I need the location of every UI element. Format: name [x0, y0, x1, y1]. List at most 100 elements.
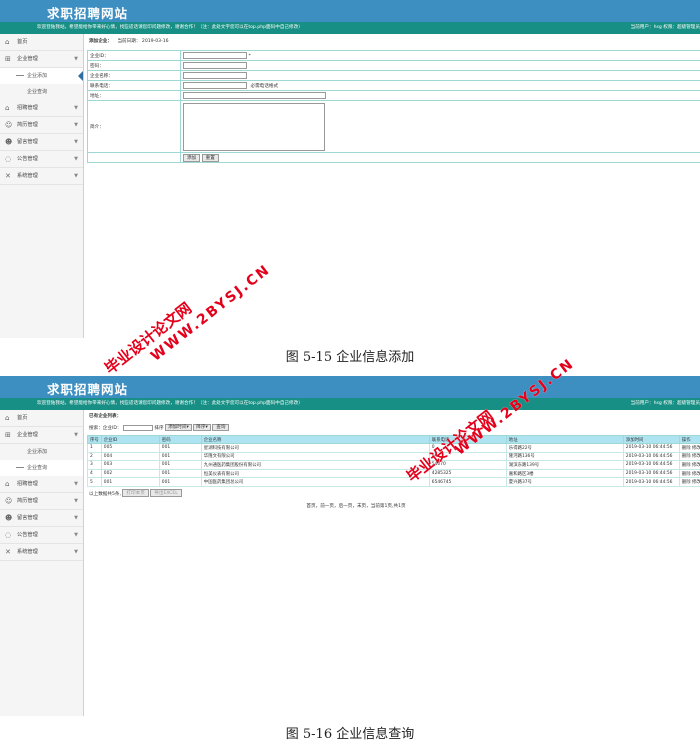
sidebar-item-label: 系统管理	[17, 549, 38, 555]
sort-label: 排序	[154, 426, 164, 431]
search-input[interactable]	[122, 424, 153, 431]
column-header: 企业名称	[200, 435, 430, 444]
company-id-input[interactable]	[183, 52, 247, 59]
breadcrumb: 添加企业： 当前日期： 2019-03-16	[86, 34, 700, 50]
home-icon: ⌂	[5, 480, 10, 488]
table-cell: 2019-03-10 06:44:56	[622, 468, 680, 479]
table-cell: 湖滨东路139号	[505, 460, 624, 470]
export-excel-button[interactable]: 导出EXCEL	[150, 489, 182, 498]
row-actions[interactable]: 删除 修改	[678, 468, 700, 479]
sidebar-item-home[interactable]: ⌂ 首页	[0, 410, 83, 427]
sidebar-subitem-company-add[interactable]: 企业添加	[0, 444, 83, 460]
address-input[interactable]	[183, 92, 326, 99]
sort-order-select[interactable]: 降序▾	[193, 424, 211, 431]
user-icon: ☺	[5, 121, 13, 129]
sidebar-item-label: 简历管理	[17, 122, 38, 128]
chevron-down-icon: ▼	[74, 139, 78, 145]
table-row: 4 002 001 恒美仪表有限公司 4285325 嘉和路区3楼 2019-03-10 0…	[87, 468, 700, 479]
sidebar-item-label: 招聘管理	[17, 481, 38, 487]
main-content: 添加企业： 当前日期： 2019-03-16 企业ID： * 密码： 企业名称：…	[86, 34, 700, 338]
screenshot-company-query: 求职招聘网站 欢迎登陆我站，希望能给你带来好心情，找些适话请您印问题修改，谢谢合…	[0, 376, 700, 716]
sidebar-item-label: 招聘管理	[17, 105, 38, 111]
table-cell: 001	[100, 477, 160, 487]
row-actions[interactable]: 删除 修改	[678, 460, 700, 470]
sort-field-select[interactable]: 添加时间▾	[165, 424, 192, 431]
column-header: 密码	[158, 435, 202, 444]
password-input[interactable]	[183, 62, 247, 69]
sidebar-item-system[interactable]: ✕ 系统管理 ▼	[0, 544, 83, 561]
company-table: 序号 企业ID 密码 企业名称 联系电话 地址 添加时间 操作 1 005 001 星…	[87, 435, 700, 487]
breadcrumb-label: 添加企业：	[89, 39, 112, 44]
row-actions[interactable]: 删除 修改	[678, 443, 700, 453]
tools-icon: ✕	[5, 548, 11, 556]
column-header: 添加时间	[622, 435, 680, 444]
sidebar-item-home[interactable]: ⌂ 首页	[0, 34, 83, 51]
list-title: 已有企业列表：	[86, 410, 700, 423]
table-cell: 001	[158, 451, 202, 462]
phone-input[interactable]	[183, 82, 247, 89]
table-cell: 001	[158, 477, 202, 487]
table-cell: 2019-03-10 06:44:56	[622, 451, 680, 462]
welcome-text: 欢迎登陆我站，希望能给你带来好心情，找些适话请您印问题修改，谢谢合作！（注：此处…	[37, 401, 303, 406]
table-row: 1 005 001 星湖科技有限公司 0 乐得路22号 2019-03-10 06:44:5…	[87, 443, 700, 453]
table-cell: 001	[158, 443, 202, 453]
home-icon: ⌂	[5, 38, 10, 46]
tools-icon: ✕	[5, 172, 11, 180]
sidebar-item-system[interactable]: ✕ 系统管理 ▼	[0, 168, 83, 185]
intro-textarea[interactable]	[183, 102, 325, 151]
sidebar-item-company[interactable]: ⊞ 企业管理 ▼	[0, 51, 83, 68]
pagination[interactable]: 首页，前一页，后一页，末页，当前第1页,共1页	[166, 503, 546, 509]
add-button[interactable]: 添加	[183, 153, 201, 162]
table-cell: 001	[158, 460, 202, 470]
sidebar-subitem-company-query[interactable]: 企业查询	[0, 460, 83, 476]
company-name-input[interactable]	[183, 72, 247, 79]
chat-icon: ◌	[5, 531, 12, 539]
date-label: 当前日期：	[117, 39, 141, 44]
sidebar-item-recruit[interactable]: ⌂ 招聘管理 ▼	[0, 100, 83, 117]
table-cell: 003	[100, 460, 160, 470]
table-cell: 中国医药集团总公司	[200, 477, 430, 487]
sidebar-subitem-company-add[interactable]: 企业添加	[0, 68, 83, 84]
grid-icon: ⊞	[5, 431, 11, 439]
print-button[interactable]: 打印本页	[122, 489, 149, 498]
sidebar-item-label: 留言管理	[17, 515, 38, 521]
table-cell: 星湖科技有限公司	[200, 443, 430, 453]
sidebar-item-message[interactable]: ☻ 留言管理 ▼	[0, 134, 83, 151]
sort-order-value: 降序	[196, 425, 206, 430]
search-bar: 搜索：企业ID： 排序 添加时间▾ 降序▾ 查询	[86, 423, 700, 435]
sort-field-value: 添加时间	[168, 425, 187, 430]
sidebar-subitem-company-query[interactable]: 企业查询	[0, 84, 83, 100]
table-cell: 4	[87, 468, 102, 479]
sidebar-item-resume[interactable]: ☺ 简历管理 ▼	[0, 493, 83, 510]
table-row: 3 003 001 九州通医药集团股份有限公司 54070 湖滨东路139号 2019-03…	[87, 460, 700, 470]
table-header-row: 序号 企业ID 密码 企业名称 联系电话 地址 添加时间 操作	[87, 435, 700, 444]
home-icon: ⌂	[5, 104, 10, 112]
total-text: 以上数据共5条,	[89, 491, 121, 497]
sidebar-item-recruit[interactable]: ⌂ 招聘管理 ▼	[0, 476, 83, 493]
table-row: 5 001 001 中国医药集团总公司 6546745 夏兴路37号 2019-03-10 …	[87, 477, 700, 487]
table-cell: 004	[100, 451, 160, 462]
sidebar-item-label: 公告管理	[17, 156, 38, 162]
sidebar-item-resume[interactable]: ☺ 简历管理 ▼	[0, 117, 83, 134]
column-header: 序号	[87, 435, 102, 444]
sidebar-item-notice[interactable]: ◌ 公告管理 ▼	[0, 151, 83, 168]
table-cell: 5	[87, 477, 102, 487]
date-value: 2019-03-16	[141, 39, 169, 44]
user-info: 当前用户：hsg 权限：超级管理员	[630, 401, 700, 406]
table-cell: 6546745	[428, 477, 507, 487]
row-actions[interactable]: 删除 修改	[678, 477, 700, 487]
user-icon: ☻	[5, 514, 13, 522]
search-button[interactable]: 查询	[212, 424, 230, 431]
table-cell: 005	[100, 443, 160, 453]
site-title: 求职招聘网站	[47, 382, 129, 397]
sidebar-item-notice[interactable]: ◌ 公告管理 ▼	[0, 527, 83, 544]
sidebar: ⌂ 首页 ⊞ 企业管理 ▼ 企业添加 企业查询 ⌂ 招聘管理 ▼ ☺ 简历管理 …	[0, 410, 84, 716]
table-cell: 1	[87, 443, 102, 453]
sidebar-item-message[interactable]: ☻ 留言管理 ▼	[0, 510, 83, 527]
reset-button[interactable]: 重置	[201, 153, 219, 162]
field-label: 简介：	[87, 100, 181, 153]
row-actions[interactable]: 删除 修改	[678, 451, 700, 462]
sidebar-item-company[interactable]: ⊞ 企业管理 ▼	[0, 427, 83, 444]
sidebar-item-label: 简历管理	[17, 498, 38, 504]
chevron-down-icon: ▼	[74, 173, 78, 179]
